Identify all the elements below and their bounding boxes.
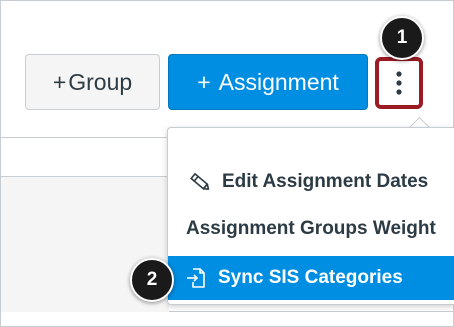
assignments-options-menu: Edit Assignment Dates Assignment Groups … <box>167 127 454 305</box>
menu-item-assignment-groups-weight[interactable]: Assignment Groups Weight <box>168 207 454 251</box>
menu-item-label: Assignment Groups Weight <box>186 218 436 239</box>
add-assignment-label: Assignment <box>218 68 339 95</box>
add-group-label: Group <box>68 68 133 95</box>
step-badge-1: 1 <box>380 16 424 60</box>
kebab-vertical-icon <box>396 71 402 95</box>
pencil-icon <box>186 170 214 194</box>
add-assignment-button[interactable]: + Assignment <box>168 54 368 110</box>
plus-icon: + <box>197 68 211 95</box>
assignments-options-button[interactable] <box>375 57 423 109</box>
menu-item-edit-assignment-dates[interactable]: Edit Assignment Dates <box>168 160 454 204</box>
sync-import-icon <box>182 266 210 290</box>
menu-item-label: Sync SIS Categories <box>218 267 403 288</box>
plus-icon: + <box>52 68 67 95</box>
menu-item-sync-sis-categories[interactable]: Sync SIS Categories <box>168 256 454 300</box>
menu-item-label: Edit Assignment Dates <box>222 171 429 192</box>
step-badge-2: 2 <box>130 258 174 302</box>
add-group-button[interactable]: + Group <box>25 54 160 110</box>
